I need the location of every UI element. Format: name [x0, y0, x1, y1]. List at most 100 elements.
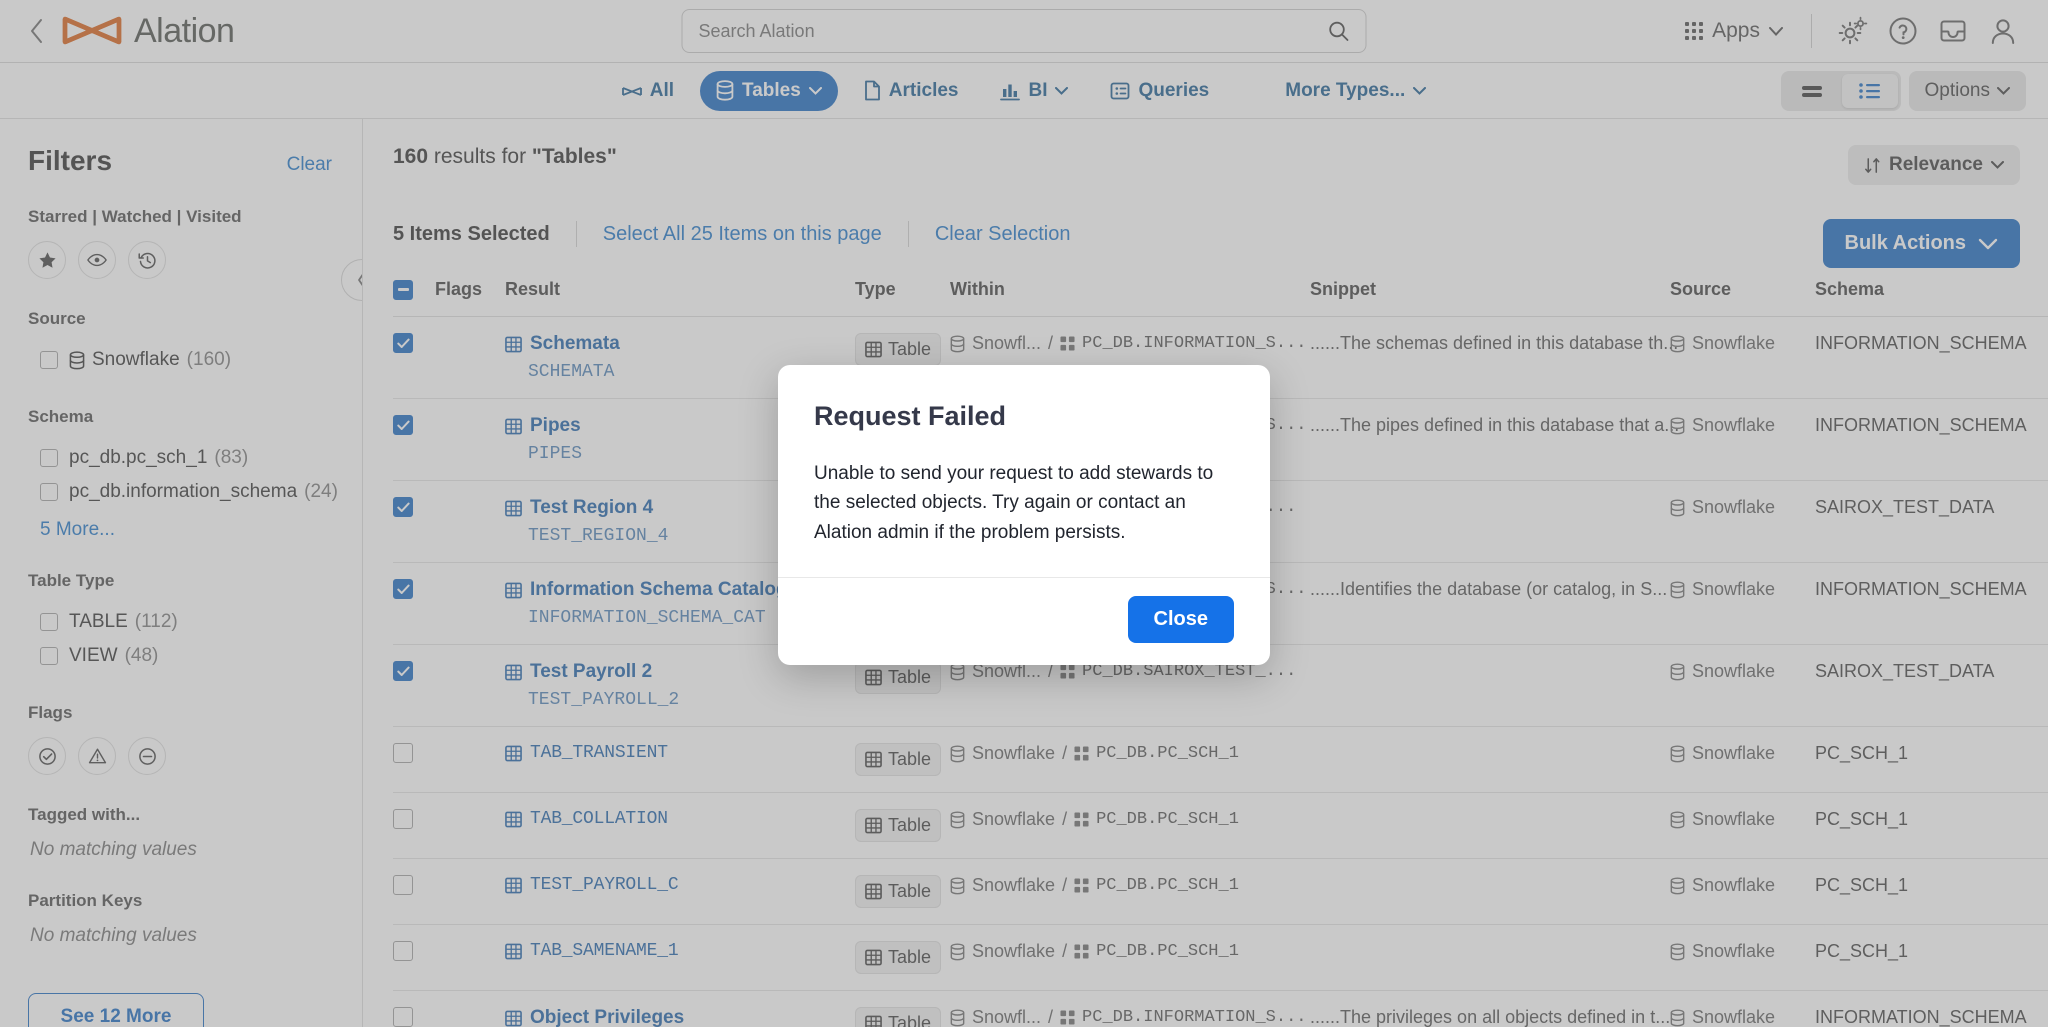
- row-checkbox[interactable]: [393, 497, 413, 517]
- settings-button[interactable]: [1830, 8, 1876, 54]
- select-all-checkbox[interactable]: [393, 279, 413, 300]
- help-button[interactable]: [1880, 8, 1926, 54]
- options-menu-button[interactable]: Options: [1908, 70, 2026, 111]
- filter-option-pc-sch-1[interactable]: pc_db.pc_sch_1 (83): [28, 441, 332, 475]
- within-breadcrumb[interactable]: Snowfl... / PC_DB.INFORMATION_S...: [950, 333, 1310, 354]
- select-all-link[interactable]: Select All 25 Items on this page: [603, 223, 882, 246]
- inbox-button[interactable]: [1930, 8, 1976, 54]
- search-icon[interactable]: [1328, 20, 1350, 42]
- object-type-chip[interactable]: Table: [855, 875, 942, 908]
- checkbox[interactable]: [40, 647, 58, 665]
- row-checkbox[interactable]: [393, 333, 413, 353]
- close-button[interactable]: Close: [1127, 596, 1234, 644]
- row-checkbox[interactable]: [393, 743, 413, 763]
- within-breadcrumb[interactable]: Snowflake / PC_DB.PC_SCH_1: [950, 809, 1310, 830]
- row-checkbox[interactable]: [393, 941, 413, 961]
- brand-name: Alation: [134, 11, 235, 50]
- back-button[interactable]: [16, 18, 56, 44]
- alation-logo[interactable]: Alation: [62, 11, 235, 51]
- row-checkbox[interactable]: [393, 415, 413, 435]
- row-checkbox[interactable]: [393, 579, 413, 599]
- filter-option-table[interactable]: TABLE (112): [28, 605, 332, 639]
- header-type[interactable]: Type: [855, 269, 950, 317]
- see-more-filters-button[interactable]: See 12 More: [28, 993, 204, 1027]
- filter-option-information-schema[interactable]: pc_db.information_schema (24): [28, 475, 338, 509]
- object-type-chip[interactable]: Table: [855, 333, 942, 366]
- table-row[interactable]: TAB_TRANSIENT Table Snowflake / PC_DB.PC…: [393, 726, 2048, 793]
- checkbox[interactable]: [40, 351, 58, 369]
- star-filter-button[interactable]: [28, 241, 66, 279]
- table-row[interactable]: Object Privileges OBJECT_PRIVILEGES Tabl…: [393, 990, 2048, 1027]
- filter-option-view[interactable]: VIEW (48): [28, 639, 332, 673]
- clear-filters-link[interactable]: Clear: [287, 154, 332, 176]
- object-type-chip[interactable]: Table: [855, 661, 942, 694]
- nav-tab-bi[interactable]: BI: [984, 71, 1084, 111]
- filter-group-source: Source Snowflake (160): [28, 309, 332, 377]
- object-type-chip[interactable]: Table: [855, 1007, 942, 1027]
- search-input[interactable]: [698, 20, 1328, 42]
- nav-tab-more-types[interactable]: More Types...: [1269, 71, 1442, 111]
- object-type-chip[interactable]: Table: [855, 743, 942, 776]
- result-title-link[interactable]: Schemata: [505, 333, 855, 355]
- compact-view-button[interactable]: [1784, 74, 1840, 108]
- schema-label: INFORMATION_SCHEMA: [1815, 1007, 2027, 1027]
- row-checkbox[interactable]: [393, 1007, 413, 1027]
- header-within[interactable]: Within: [950, 269, 1310, 317]
- nav-tab-tables[interactable]: Tables: [700, 70, 838, 111]
- within-path-label: PC_DB.INFORMATION_S...: [1082, 334, 1307, 353]
- collapse-sidebar-button[interactable]: [341, 259, 362, 301]
- table-icon: [865, 817, 882, 834]
- within-breadcrumb[interactable]: Snowflake / PC_DB.PC_SCH_1: [950, 743, 1310, 764]
- result-title-link[interactable]: TAB_SAMENAME_1: [505, 941, 855, 961]
- divider: [1811, 14, 1812, 48]
- checkbox[interactable]: [40, 483, 58, 501]
- header-flags[interactable]: Flags: [435, 269, 505, 317]
- user-menu-button[interactable]: [1980, 8, 2026, 54]
- object-type-chip[interactable]: Table: [855, 941, 942, 974]
- nav-tab-queries[interactable]: Queries: [1094, 71, 1225, 111]
- deprecation-filter-button[interactable]: [128, 737, 166, 775]
- clear-selection-link[interactable]: Clear Selection: [935, 223, 1071, 246]
- results-text-mid: results for: [428, 145, 532, 168]
- header-result[interactable]: Result: [505, 269, 855, 317]
- within-breadcrumb[interactable]: Snowflake / PC_DB.PC_SCH_1: [950, 875, 1310, 896]
- search-box[interactable]: [681, 9, 1367, 53]
- database-icon: [950, 744, 965, 762]
- sort-by-button[interactable]: Relevance: [1847, 145, 2020, 185]
- source-label: Snowflake: [1692, 875, 1776, 895]
- chevron-down-icon: [1055, 86, 1069, 95]
- row-checkbox[interactable]: [393, 661, 413, 681]
- header-snippet[interactable]: Snippet: [1310, 269, 1670, 317]
- watched-filter-button[interactable]: [78, 241, 116, 279]
- table-icon: [865, 949, 882, 966]
- schema-label: INFORMATION_SCHEMA: [1815, 415, 2027, 435]
- visited-filter-button[interactable]: [128, 241, 166, 279]
- result-title-link[interactable]: TAB_COLLATION: [505, 809, 855, 829]
- row-snippet-cell: [1310, 858, 1670, 925]
- table-row[interactable]: TEST_PAYROLL_C Table Snowflake / PC_DB.P…: [393, 858, 2048, 925]
- endorsement-filter-button[interactable]: [28, 737, 66, 775]
- within-breadcrumb[interactable]: Snowflake / PC_DB.PC_SCH_1: [950, 941, 1310, 962]
- table-row[interactable]: TAB_SAMENAME_1 Table Snowflake / PC_DB.P…: [393, 924, 2048, 991]
- within-breadcrumb[interactable]: Snowfl... / PC_DB.INFORMATION_S...: [950, 1007, 1310, 1027]
- checkbox[interactable]: [40, 613, 58, 631]
- header-source[interactable]: Source: [1670, 269, 1815, 317]
- bulk-actions-button[interactable]: Bulk Actions: [1822, 219, 2020, 268]
- result-title-link[interactable]: TAB_TRANSIENT: [505, 743, 855, 763]
- warning-filter-button[interactable]: [78, 737, 116, 775]
- nav-tab-all[interactable]: All: [606, 71, 690, 111]
- row-checkbox[interactable]: [393, 875, 413, 895]
- nav-tab-articles[interactable]: Articles: [848, 71, 975, 111]
- result-title-link[interactable]: TEST_PAYROLL_C: [505, 875, 855, 895]
- object-type-chip[interactable]: Table: [855, 809, 942, 842]
- row-checkbox[interactable]: [393, 809, 413, 829]
- list-view-button[interactable]: [1841, 73, 1898, 108]
- header-schema[interactable]: Schema: [1815, 269, 2048, 317]
- table-row[interactable]: TAB_COLLATION Table Snowflake / PC_DB.PC…: [393, 792, 2048, 859]
- apps-menu-button[interactable]: Apps: [1675, 13, 1793, 49]
- result-title-link[interactable]: Object Privileges: [505, 1007, 855, 1027]
- schema-more-link[interactable]: 5 More...: [40, 519, 115, 541]
- filter-option-snowflake[interactable]: Snowflake (160): [28, 343, 332, 377]
- checkbox[interactable]: [40, 449, 58, 467]
- schema-label: PC_SCH_1: [1815, 809, 1909, 829]
